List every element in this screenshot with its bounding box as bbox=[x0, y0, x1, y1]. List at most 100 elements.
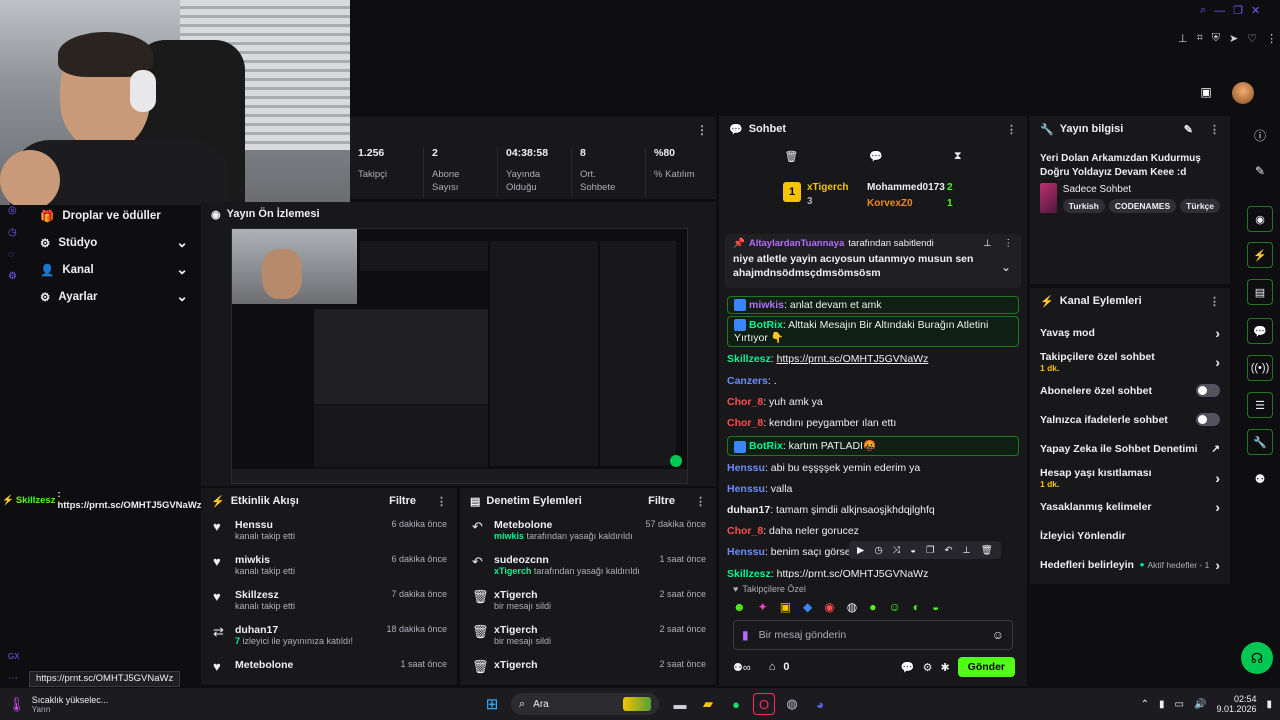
moderation-item[interactable]: 🗑 xTigerch bir mesajı sildi 2 saat önce bbox=[460, 619, 716, 654]
minimize-icon[interactable]: — bbox=[1214, 5, 1225, 17]
chevron-down-icon[interactable]: ⌄ bbox=[1001, 260, 1011, 274]
toggle-switch[interactable] bbox=[1196, 384, 1220, 397]
wrench-icon[interactable]: 🔧 bbox=[1247, 429, 1273, 455]
moderation-item[interactable]: ↶ sudeozcnn xTigerch tarafından yasağı kal… bbox=[460, 549, 716, 584]
chat-nick[interactable]: BotRix bbox=[749, 319, 783, 331]
chat-nick[interactable]: miwkis bbox=[749, 299, 784, 311]
clock-icon[interactable]: ◷ bbox=[874, 545, 882, 556]
chat-nick[interactable]: Henssu bbox=[727, 546, 765, 558]
chat-nick[interactable]: Canzers bbox=[727, 375, 768, 387]
shield-icon[interactable]: ⛨ bbox=[1212, 32, 1220, 45]
emoji-icon[interactable]: ☺ bbox=[992, 628, 1004, 642]
nav-item-settings[interactable]: ⚙ Ayarlar ⌄ bbox=[30, 283, 198, 310]
chat-message[interactable]: Skillzesz: https://prnt.sc/OMHTJ5GVNaWz bbox=[719, 564, 1027, 578]
mic-icon[interactable]: ▮ bbox=[1159, 699, 1165, 710]
chat-message[interactable]: duhan17: tamam şimdii alkjnsaoşjkhdqjlgh… bbox=[719, 500, 1027, 521]
moderation-item[interactable]: ↶ Metebolone miwkis tarafından yasağı kald… bbox=[460, 514, 716, 549]
channel-action-item[interactable]: Hesap yaşı kısıtlaması 1 dk. › bbox=[1030, 463, 1230, 492]
channel-action-item[interactable]: Takipçilere özel sohbet 1 dk. › bbox=[1030, 347, 1230, 376]
gear-icon[interactable]: ⚙ bbox=[8, 271, 17, 282]
send-icon[interactable]: ➤ bbox=[1229, 32, 1238, 45]
folder-icon[interactable]: ▰ bbox=[697, 693, 719, 715]
channel-action-item[interactable]: Yapay Zeka ile Sohbet Denetimi ↗ bbox=[1030, 434, 1230, 463]
chat-nick[interactable]: Chor_8 bbox=[727, 417, 763, 429]
tag[interactable]: Türkçe bbox=[1180, 198, 1220, 213]
pin-icon[interactable]: ⊥ bbox=[983, 238, 991, 249]
menu-icon[interactable]: ⋮ bbox=[1209, 123, 1220, 136]
toggle-switch[interactable] bbox=[1196, 413, 1220, 426]
chat-nick[interactable]: duhan17 bbox=[727, 504, 770, 516]
emote-icon[interactable]: ◆ bbox=[803, 600, 812, 614]
chat-message[interactable]: Henssu: abi bu eşşşşek yemin ederim ya bbox=[719, 458, 1027, 479]
pencil-icon[interactable]: ✎ bbox=[1184, 123, 1193, 136]
chat-icon[interactable]: 💬 bbox=[1247, 318, 1273, 344]
chat-input[interactable]: ▮ Bir mesaj gönderin ☺ bbox=[733, 620, 1013, 650]
chat-message[interactable]: Chor_8: daha neler gorucez bbox=[719, 521, 1027, 542]
emote-icon[interactable]: ◍ bbox=[847, 600, 857, 614]
pin-icon[interactable]: ⊥ bbox=[1178, 32, 1188, 45]
chat-nick[interactable]: Skillzesz bbox=[727, 353, 771, 365]
volume-icon[interactable]: 🔊 bbox=[1194, 699, 1206, 710]
channel-action-item[interactable]: İzleyici Yönlendir bbox=[1030, 521, 1230, 550]
menu-icon[interactable]: ⋮ bbox=[436, 495, 447, 508]
channel-action-item[interactable]: Yavaş mod › bbox=[1030, 318, 1230, 347]
channel-action-item[interactable]: Yasaklanmış kelimeler › bbox=[1030, 492, 1230, 521]
opera-gx-icon[interactable]: O bbox=[753, 693, 775, 715]
moderation-item[interactable]: 🗑 xTigerch 2 saat önce bbox=[460, 654, 716, 685]
emote-icon[interactable]: ● bbox=[869, 600, 876, 614]
camera-icon[interactable]: ◉ bbox=[1247, 206, 1273, 232]
chat-nick[interactable]: Henssu bbox=[727, 462, 765, 474]
pinned-message[interactable]: 📌 AltaylardanTuannaya tarafından sabitle… bbox=[725, 234, 1021, 288]
menu-icon[interactable]: ⋮ bbox=[1006, 123, 1017, 136]
taskbar-search[interactable]: ⌕ Ara bbox=[511, 693, 659, 715]
windows-start-icon[interactable]: ⊞ bbox=[481, 693, 503, 715]
trash-icon[interactable]: 🗑 bbox=[981, 545, 993, 556]
activity-item[interactable]: ♥ Metebolone 1 saat önce bbox=[201, 654, 457, 685]
emote-icon[interactable]: ▣ bbox=[780, 600, 791, 614]
headset-icon[interactable]: ☊ bbox=[1241, 642, 1273, 674]
shuffle-icon[interactable]: ⤨ bbox=[893, 545, 901, 556]
steam-icon[interactable]: ◍ bbox=[781, 693, 803, 715]
chat-message[interactable]: Chor_8: yuh amk ya bbox=[719, 392, 1027, 413]
chat-message[interactable]: BotRix: Alttaki Mesajın Bir Altındaki Bu… bbox=[727, 316, 1019, 348]
discord-icon[interactable]: ◕ bbox=[809, 693, 831, 715]
channel-action-item[interactable]: Abonelere özel sohbet bbox=[1030, 376, 1230, 405]
menu-icon[interactable]: ⋮ bbox=[1209, 295, 1220, 308]
file-explorer-icon[interactable]: ▬ bbox=[669, 693, 691, 715]
chat-nick[interactable]: BotRix bbox=[749, 440, 783, 452]
reply-icon[interactable]: ◒ bbox=[910, 545, 916, 556]
chat-link[interactable]: https://prnt.sc/OMHTJ5GVNaWz bbox=[777, 568, 929, 578]
nav-item-studio[interactable]: ⚙ Stüdyo ⌄ bbox=[30, 229, 198, 256]
crop-icon[interactable]: ⌗ bbox=[1197, 32, 1203, 45]
emote-icon[interactable]: ☻ bbox=[733, 600, 746, 614]
chat-message[interactable]: Skillzesz: https://prnt.sc/OMHTJ5GVNaWz bbox=[719, 349, 1027, 370]
activity-item[interactable]: ⇄ duhan17 7 izleyici ile yayınınıza katıld… bbox=[201, 619, 457, 654]
document-icon[interactable]: ▤ bbox=[1247, 279, 1273, 305]
users-icon[interactable]: ⚉ bbox=[1247, 466, 1273, 492]
broadcast-icon[interactable]: ((•)) bbox=[1247, 355, 1273, 381]
chat-link[interactable]: https://prnt.sc/OMHTJ5GVNaWz bbox=[777, 353, 929, 365]
undo-icon[interactable]: ↶ bbox=[945, 545, 953, 556]
copy-icon[interactable]: ❐ bbox=[926, 545, 935, 556]
close-icon[interactable]: ✕ bbox=[1251, 4, 1260, 17]
send-button[interactable]: Gönder bbox=[957, 657, 1015, 677]
camera-icon[interactable]: ▣ bbox=[1198, 85, 1214, 99]
weather-widget[interactable]: 🌡 Sıcaklık yükselec... Yarın bbox=[8, 695, 158, 714]
heart-icon[interactable]: ♡ bbox=[1247, 32, 1257, 45]
notification-icon[interactable]: ▮ bbox=[1266, 699, 1272, 710]
filter-button[interactable]: Filtre bbox=[389, 495, 416, 507]
activity-item[interactable]: ♥ Henssu kanalı takip etti 6 dakika önce bbox=[201, 514, 457, 549]
activity-item[interactable]: ♥ Skillzesz kanalı takip etti 7 dakika önce bbox=[201, 584, 457, 619]
network-icon[interactable]: ▭ bbox=[1175, 699, 1184, 710]
gear-icon[interactable]: ⚙ bbox=[923, 661, 933, 674]
list-icon[interactable]: ☰ bbox=[1247, 392, 1273, 418]
moderation-item[interactable]: 🗑 xTigerch bir mesajı sildi 2 saat önce bbox=[460, 584, 716, 619]
emote-icon[interactable]: ◒ bbox=[932, 600, 939, 614]
emote-icon[interactable]: ☺ bbox=[889, 600, 901, 614]
emote-icon[interactable]: ◐ bbox=[913, 600, 920, 614]
chat-message[interactable]: Chor_8: kendını peygamber ılan ettı bbox=[719, 413, 1027, 434]
chat-bubble-icon[interactable]: 💬 bbox=[901, 661, 915, 674]
play-icon[interactable]: ▶ bbox=[857, 545, 864, 556]
info-icon[interactable]: ⓘ bbox=[1247, 122, 1273, 148]
chat-message[interactable]: Henssu: valla bbox=[719, 479, 1027, 500]
